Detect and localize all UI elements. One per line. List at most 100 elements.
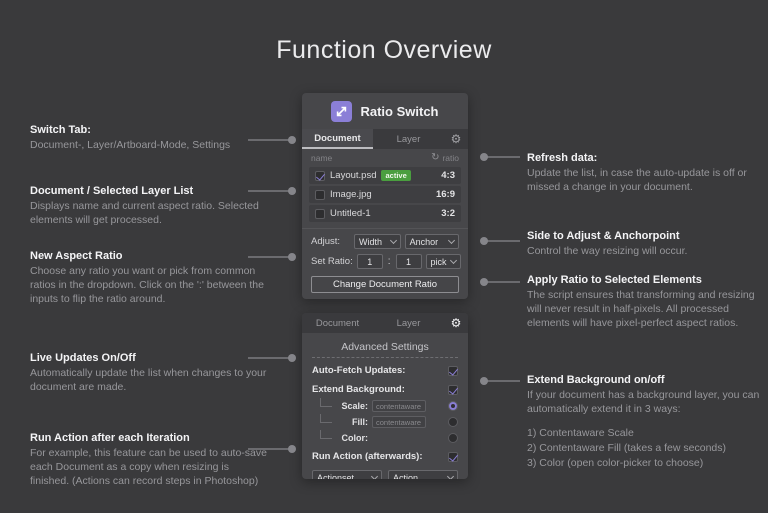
scale-radio[interactable] <box>448 401 458 411</box>
color-row: Color: <box>302 432 468 444</box>
document-name: Image.jpg <box>330 189 372 200</box>
document-row[interactable]: Untitled-1 3:2 <box>309 205 461 222</box>
anchor-dropdown[interactable]: Anchor <box>405 234 459 249</box>
note-body: For example, this feature can be used to… <box>30 447 268 489</box>
note-heading: Live Updates On/Off <box>30 352 268 364</box>
note-heading: Switch Tab: <box>30 124 268 136</box>
anchor-dropdown-value: Anchor <box>410 237 439 247</box>
settings-gear-icon[interactable]: ⚙ <box>444 313 468 333</box>
active-badge: active <box>381 170 410 181</box>
tab-bar: Document Layer ⚙ <box>302 129 468 149</box>
chevron-down-icon <box>449 256 456 263</box>
note-heading: Document / Selected Layer List <box>30 185 268 197</box>
note-body: Choose any ratio you want or pick from c… <box>30 265 268 307</box>
tree-line <box>320 430 332 439</box>
ratio-flip-colon[interactable]: : <box>387 256 392 267</box>
ratio-width-input[interactable] <box>357 254 383 269</box>
document-name: Untitled-1 <box>330 208 371 219</box>
pick-dropdown-value: pick <box>431 257 447 267</box>
refresh-icon[interactable]: ↻ <box>431 153 439 163</box>
note-body: If your document has a background layer,… <box>527 389 765 417</box>
note-new-aspect-ratio: New Aspect Ratio Choose any ratio you wa… <box>30 250 268 307</box>
connector-dot <box>288 354 296 362</box>
page-title: Function Overview <box>0 36 768 65</box>
scale-input[interactable] <box>372 400 426 412</box>
connector-line <box>484 380 520 382</box>
row-checkbox[interactable] <box>315 190 325 200</box>
row-checkbox[interactable] <box>315 171 325 181</box>
adjust-label: Adjust: <box>311 236 340 247</box>
chevron-down-icon <box>371 473 378 479</box>
actionset-dropdown-value: Actionset <box>317 473 354 479</box>
color-radio[interactable] <box>448 433 458 443</box>
option-item: 3) Color (open color-picker to choose) <box>527 456 765 471</box>
connector-line <box>248 139 292 141</box>
connector-dot <box>288 253 296 261</box>
connector-line <box>484 281 520 283</box>
settings-gear-icon[interactable]: ⚙ <box>444 129 468 149</box>
run-action-label: Run Action (afterwards): <box>312 451 422 462</box>
auto-fetch-label: Auto-Fetch Updates: <box>312 365 405 376</box>
note-body: Control the way resizing will occur. <box>527 245 765 259</box>
document-row[interactable]: Image.jpg 16:9 <box>309 186 461 203</box>
name-column-header: name <box>311 153 332 163</box>
tab-bar: Document Layer ⚙ <box>302 313 468 333</box>
list-header: name ↻ ratio <box>302 149 468 165</box>
auto-fetch-checkbox[interactable] <box>448 366 458 376</box>
action-dropdown-row: Actionset Action <box>302 470 468 479</box>
note-body: Document-, Layer/Artboard-Mode, Settings <box>30 139 268 153</box>
chevron-down-icon <box>390 236 397 243</box>
note-apply-ratio: Apply Ratio to Selected Elements The scr… <box>527 274 765 331</box>
document-ratio: 16:9 <box>436 189 455 200</box>
dashed-divider <box>312 357 458 358</box>
note-switch-tab: Switch Tab: Document-, Layer/Artboard-Mo… <box>30 124 268 153</box>
extend-background-options: 1) Contentaware Scale 2) Contentaware Fi… <box>527 426 765 472</box>
tree-line <box>320 398 332 407</box>
note-run-action: Run Action after each Iteration For exam… <box>30 432 268 489</box>
connector-line <box>248 256 292 258</box>
extend-background-label: Extend Background: <box>312 384 405 395</box>
note-heading: Run Action after each Iteration <box>30 432 268 444</box>
ratio-height-input[interactable] <box>396 254 422 269</box>
run-action-row: Run Action (afterwards): <box>302 450 468 463</box>
connector-dot <box>288 136 296 144</box>
scale-row: Scale: <box>302 400 468 412</box>
run-action-checkbox[interactable] <box>448 452 458 462</box>
tree-line <box>320 414 332 423</box>
ratio-switch-panel: Ratio Switch Document Layer ⚙ name ↻ rat… <box>302 93 468 299</box>
extend-background-row: Extend Background: <box>302 383 468 396</box>
chevron-down-icon <box>447 473 454 479</box>
tab-document[interactable]: Document <box>302 313 373 333</box>
change-document-ratio-button[interactable]: Change Document Ratio <box>311 276 459 293</box>
note-side-anchor: Side to Adjust & Anchorpoint Control the… <box>527 230 765 259</box>
note-extend-background: Extend Background on/off If your documen… <box>527 374 765 471</box>
fill-row: Fill: <box>302 416 468 428</box>
app-title: Ratio Switch <box>360 104 438 119</box>
pick-dropdown[interactable]: pick <box>426 254 461 269</box>
section-title: Advanced Settings <box>302 341 468 353</box>
side-dropdown-value: Width <box>359 237 382 247</box>
extend-background-checkbox[interactable] <box>448 385 458 395</box>
fill-radio[interactable] <box>448 417 458 427</box>
tab-document[interactable]: Document <box>302 129 373 149</box>
tab-layer[interactable]: Layer <box>373 129 444 149</box>
action-dropdown[interactable]: Action <box>388 470 458 479</box>
color-label: Color: <box>336 433 368 443</box>
note-heading: New Aspect Ratio <box>30 250 268 262</box>
document-ratio: 4:3 <box>441 170 455 181</box>
connector-line <box>484 156 520 158</box>
note-body: Automatically update the list when chang… <box>30 367 268 395</box>
tab-layer[interactable]: Layer <box>373 313 444 333</box>
side-dropdown[interactable]: Width <box>354 234 401 249</box>
fill-input[interactable] <box>372 416 426 428</box>
advanced-settings-panel: Document Layer ⚙ Advanced Settings Auto-… <box>302 313 468 479</box>
connector-line <box>248 448 292 450</box>
action-dropdown-value: Action <box>393 473 418 479</box>
actionset-dropdown[interactable]: Actionset <box>312 470 382 479</box>
document-row[interactable]: Layout.psd active 4:3 <box>309 167 461 184</box>
option-item: 1) Contentaware Scale <box>527 426 765 441</box>
row-checkbox[interactable] <box>315 209 325 219</box>
connector-line <box>248 190 292 192</box>
connector-dot <box>480 278 488 286</box>
document-ratio: 3:2 <box>441 208 455 219</box>
